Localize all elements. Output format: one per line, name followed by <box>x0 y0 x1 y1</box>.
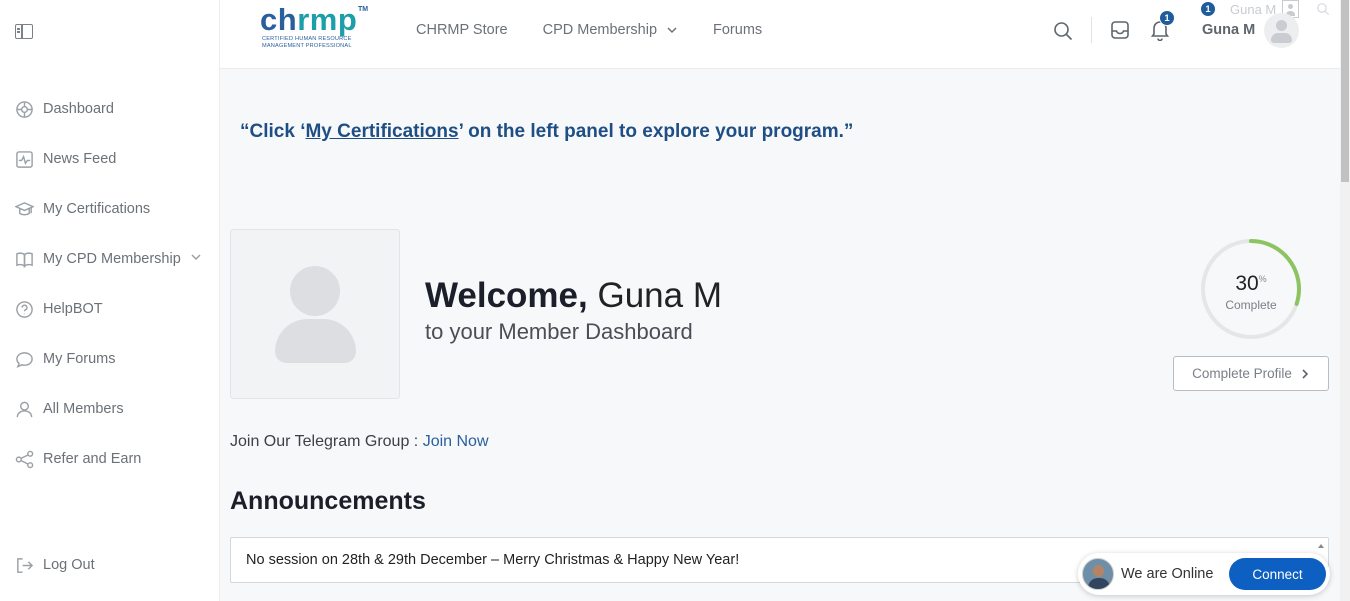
sidebar-item-my-forums[interactable]: My Forums <box>0 334 220 384</box>
complete-profile-label: Complete Profile <box>1192 366 1292 381</box>
page-scrollbar[interactable] <box>1340 0 1350 601</box>
header-username[interactable]: Guna M <box>1202 22 1255 38</box>
sidebar-item-label: Refer and Earn <box>43 451 142 467</box>
profile-avatar-placeholder[interactable] <box>230 229 400 399</box>
sidebar-item-refer-and-earn[interactable]: Refer and Earn <box>0 434 220 484</box>
graduation-cap-icon <box>14 199 34 219</box>
chat-status: We are Online <box>1121 566 1214 582</box>
chat-widget[interactable]: We are Online Connect <box>1078 553 1330 595</box>
share-icon <box>14 449 34 469</box>
nav-forums[interactable]: Forums <box>713 22 762 38</box>
top-header: chrmp TM CERTIFIED HUMAN RESOURCE MANAGE… <box>220 0 1340 69</box>
announcements-title: Announcements <box>230 487 426 515</box>
avatar[interactable] <box>1264 13 1299 48</box>
user-icon <box>14 399 34 419</box>
inbox-icon[interactable] <box>1110 20 1130 45</box>
logo-tagline-1: CERTIFIED HUMAN RESOURCE <box>262 36 352 42</box>
sidebar-item-dashboard[interactable]: Dashboard <box>0 84 220 134</box>
sidebar-toggle-icon[interactable] <box>15 24 33 39</box>
sidebar-nav: Dashboard News Feed My Certifications My… <box>0 84 220 484</box>
announcement-scroll-up-icon[interactable] <box>1317 540 1326 554</box>
scrollbar-thumb[interactable] <box>1341 0 1349 182</box>
sidebar: Dashboard News Feed My Certifications My… <box>0 0 220 601</box>
ghost-username: Guna M <box>1230 2 1277 17</box>
chevron-right-icon <box>1302 368 1309 379</box>
logout-area: Log Out <box>0 540 220 590</box>
sidebar-item-label: All Members <box>43 401 124 417</box>
my-certifications-link[interactable]: My Certifications <box>305 121 458 142</box>
sidebar-item-helpbot[interactable]: HelpBOT <box>0 284 220 334</box>
certifications-hint: “Click ‘My Certifications’ on the left p… <box>240 121 854 142</box>
connect-button[interactable]: Connect <box>1229 558 1326 590</box>
sidebar-item-label: Dashboard <box>43 101 114 117</box>
help-circle-icon <box>14 299 34 319</box>
top-nav: CHRMP Store CPD Membership Forums <box>416 0 797 60</box>
notification-badge: 1 <box>1159 10 1175 26</box>
complete-profile-button[interactable]: Complete Profile <box>1173 356 1329 391</box>
sidebar-item-label: My CPD Membership <box>43 251 181 267</box>
logo-trademark: TM <box>358 6 369 13</box>
telegram-invite: Join Our Telegram Group : Join Now <box>230 433 489 450</box>
sidebar-item-my-cpd-membership[interactable]: My CPD Membership <box>0 234 220 284</box>
logo-wordmark: chrmp <box>260 2 358 37</box>
logout-icon <box>14 555 34 575</box>
chat-icon <box>14 349 34 369</box>
welcome-label: Welcome, <box>425 276 588 315</box>
header-divider <box>1091 17 1092 43</box>
dashboard-icon <box>14 99 34 119</box>
activity-icon <box>14 149 34 169</box>
sidebar-item-label: HelpBOT <box>43 301 103 317</box>
logo-tagline-2: MANAGEMENT PROFESSIONAL <box>262 43 352 49</box>
progress-label: Complete <box>1225 298 1277 312</box>
chrmp-logo[interactable]: chrmp TM CERTIFIED HUMAN RESOURCE MANAGE… <box>260 4 370 60</box>
nav-cpd-membership[interactable]: CPD Membership <box>543 22 678 38</box>
welcome-heading: Welcome, Guna M <box>425 274 722 318</box>
ghost-search-icon <box>1316 2 1330 21</box>
nav-chrmp-store[interactable]: CHRMP Store <box>416 22 508 38</box>
progress-value: 30% <box>1235 272 1267 295</box>
sidebar-item-label: Log Out <box>43 557 95 573</box>
welcome-name: Guna M <box>597 276 722 315</box>
sidebar-item-label: My Certifications <box>43 201 151 217</box>
chevron-down-icon[interactable] <box>190 250 202 268</box>
sidebar-item-my-certifications[interactable]: My Certifications <box>0 184 220 234</box>
sidebar-item-news-feed[interactable]: News Feed <box>0 134 220 184</box>
welcome-subtitle: to your Member Dashboard <box>425 319 693 344</box>
sidebar-item-label: My Forums <box>43 351 116 367</box>
join-telegram-link[interactable]: Join Now <box>423 433 489 450</box>
profile-badge: 1 <box>1200 1 1216 17</box>
chevron-down-icon <box>667 27 677 34</box>
book-icon <box>14 249 34 269</box>
sidebar-item-log-out[interactable]: Log Out <box>0 540 220 590</box>
sidebar-item-label: News Feed <box>43 151 117 167</box>
profile-progress-ring: 30% Complete <box>1199 237 1303 341</box>
search-icon[interactable] <box>1053 21 1073 46</box>
announcement-text: No session on 28th & 29th December – Mer… <box>246 552 740 568</box>
sidebar-item-all-members[interactable]: All Members <box>0 384 220 434</box>
nav-cpd-membership-label: CPD Membership <box>542 22 658 38</box>
agent-avatar <box>1082 558 1114 590</box>
